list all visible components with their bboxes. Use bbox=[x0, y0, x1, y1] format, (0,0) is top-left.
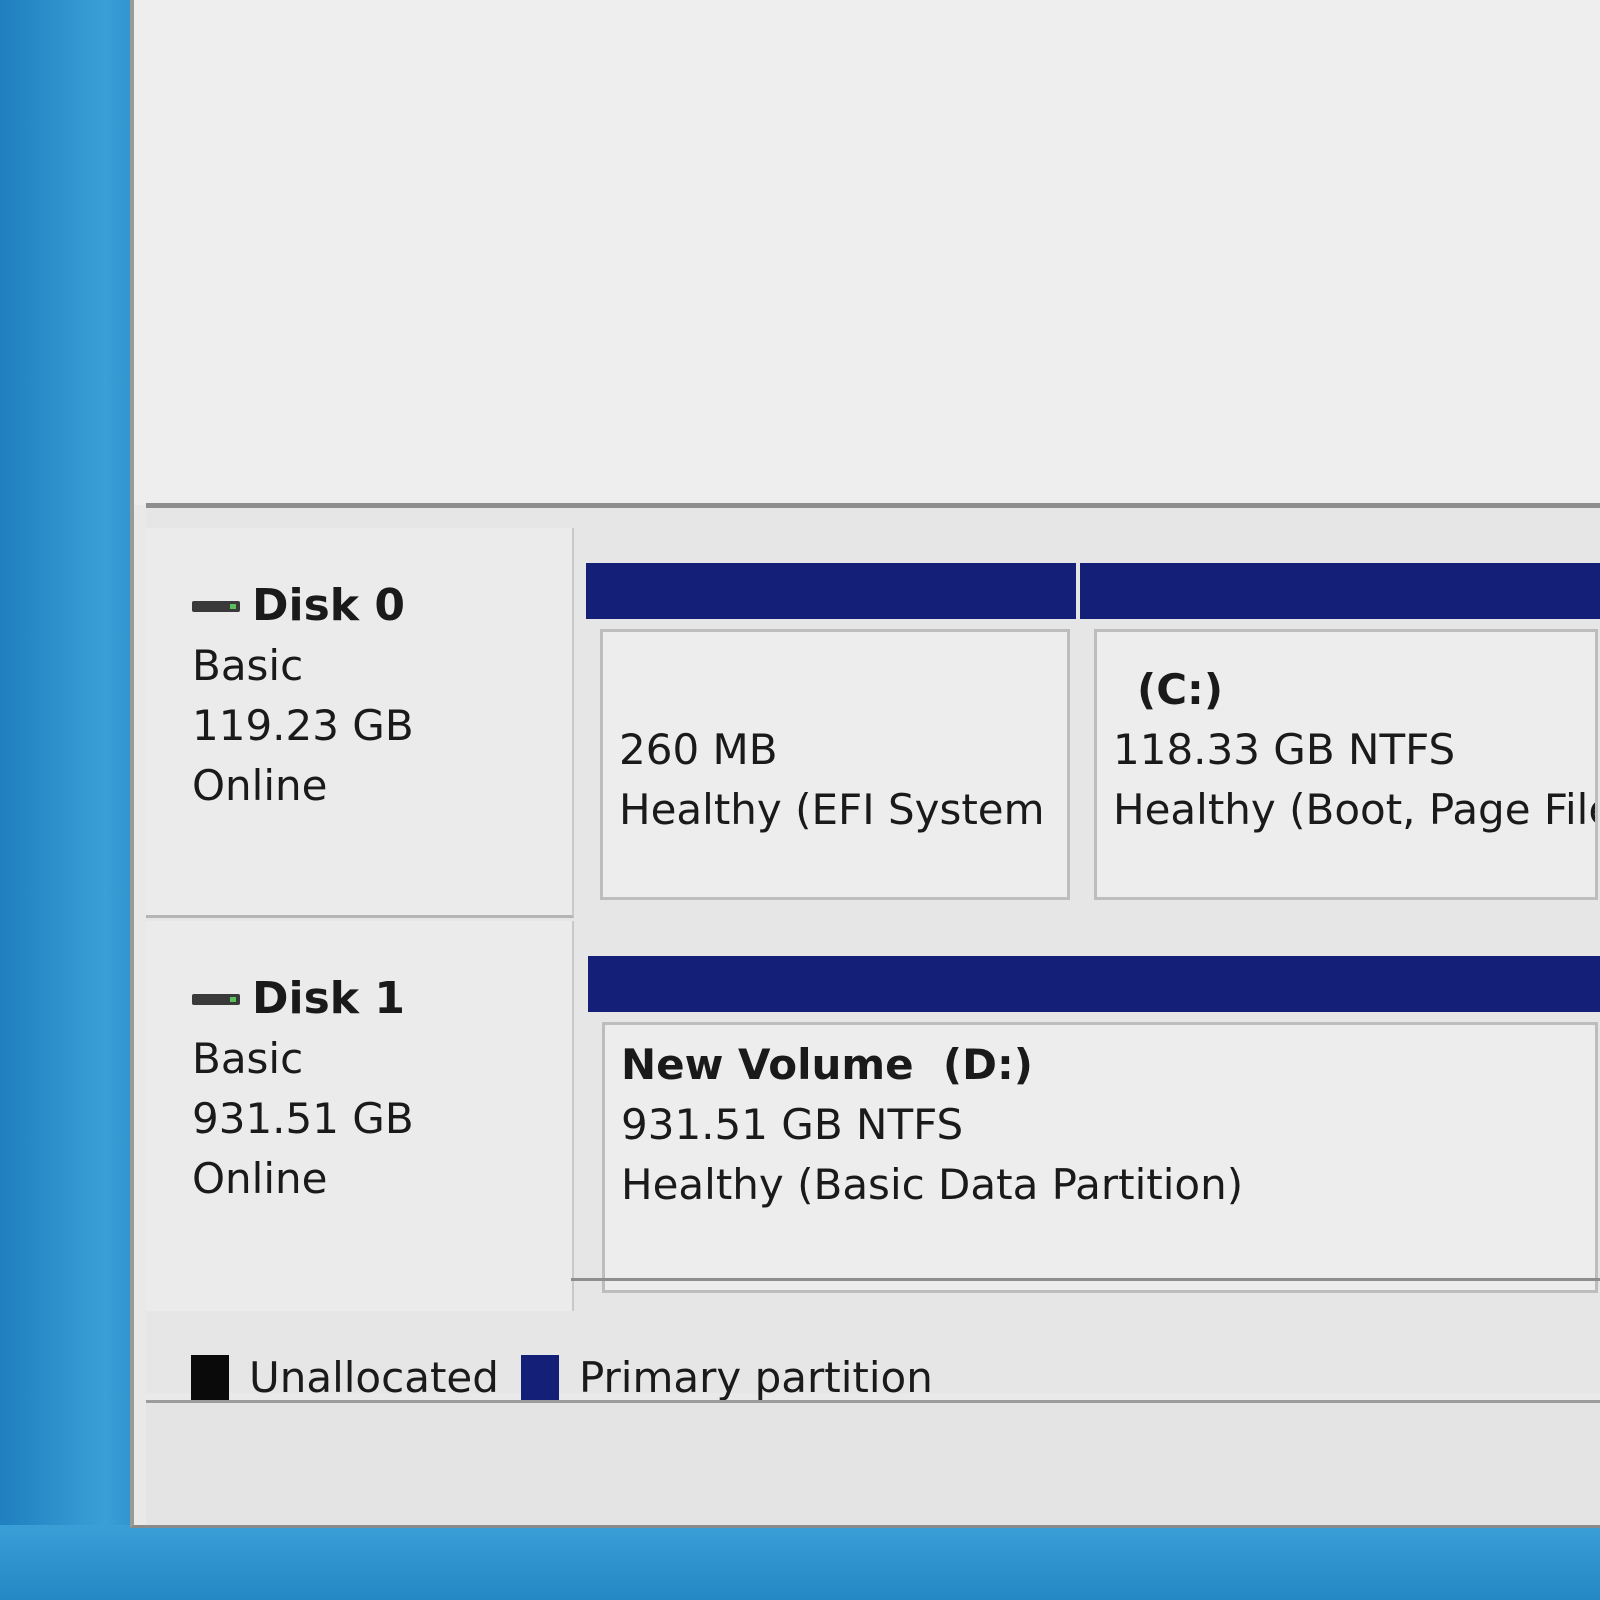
partition-efi[interactable]: 260 MB Healthy (EFI System bbox=[586, 563, 1076, 908]
partition-size: 260 MB bbox=[619, 725, 778, 774]
desktop-background bbox=[0, 0, 150, 1600]
disk-row-0: Disk 0 Basic 119.23 GB Online 260 MB Hea… bbox=[146, 528, 1600, 918]
disk-size: 119.23 GB bbox=[192, 701, 414, 750]
legend-item-unallocated: Unallocated bbox=[191, 1353, 499, 1402]
primary-partition-swatch bbox=[520, 1354, 559, 1401]
primary-partition-bar bbox=[1080, 563, 1600, 619]
legend-divider bbox=[571, 1278, 1600, 1281]
partition-status: Healthy (Boot, Page File bbox=[1113, 785, 1598, 834]
disk-label-0[interactable]: Disk 0 Basic 119.23 GB Online bbox=[146, 528, 574, 918]
partition-title: New Volume (D:) bbox=[621, 1040, 1033, 1089]
desktop-background-bottom bbox=[0, 1525, 1600, 1600]
disk-status: Online bbox=[192, 761, 328, 810]
partition-status: Healthy (Basic Data Partition) bbox=[621, 1160, 1244, 1209]
disk-name: Disk 0 bbox=[192, 576, 572, 636]
primary-partition-bar bbox=[586, 563, 1076, 619]
partition-body[interactable]: New Volume (D:) 931.51 GB NTFS Healthy (… bbox=[602, 1022, 1598, 1293]
disk-size: 931.51 GB bbox=[192, 1094, 414, 1143]
partition-body[interactable]: 260 MB Healthy (EFI System bbox=[600, 629, 1070, 900]
disk-type: Basic bbox=[192, 1034, 304, 1083]
disk-label-1[interactable]: Disk 1 Basic 931.51 GB Online bbox=[146, 921, 574, 1311]
volume-list-pane[interactable] bbox=[134, 0, 1600, 505]
disk-name: Disk 1 bbox=[192, 969, 572, 1029]
partition-d[interactable]: New Volume (D:) 931.51 GB NTFS Healthy (… bbox=[588, 956, 1600, 1301]
partition-body[interactable]: (C:) 118.33 GB NTFS Healthy (Boot, Page … bbox=[1094, 629, 1598, 900]
legend-label: Unallocated bbox=[249, 1353, 499, 1402]
partition-title: (C:) bbox=[1137, 665, 1224, 714]
disk-management-window: Disk 0 Basic 119.23 GB Online 260 MB Hea… bbox=[130, 0, 1600, 1528]
disk-status: Online bbox=[192, 1154, 328, 1203]
unallocated-swatch bbox=[191, 1354, 229, 1401]
partition-size: 118.33 GB NTFS bbox=[1113, 725, 1456, 774]
disk-drive-icon bbox=[192, 600, 240, 612]
disk-drive-icon bbox=[192, 993, 240, 1005]
disk-row-1: Disk 1 Basic 931.51 GB Online New Volume… bbox=[146, 921, 1600, 1311]
status-bar bbox=[146, 1400, 1600, 1525]
legend-item-primary: Primary partition bbox=[520, 1353, 933, 1402]
legend: Unallocated Primary partition bbox=[191, 1353, 955, 1402]
partition-size: 931.51 GB NTFS bbox=[621, 1100, 964, 1149]
partition-status: Healthy (EFI System bbox=[619, 785, 1045, 834]
disk-type: Basic bbox=[192, 641, 304, 690]
primary-partition-bar bbox=[588, 956, 1600, 1012]
legend-label: Primary partition bbox=[578, 1353, 933, 1402]
partition-title bbox=[619, 660, 1067, 720]
partition-c[interactable]: (C:) 118.33 GB NTFS Healthy (Boot, Page … bbox=[1080, 563, 1600, 908]
graphical-disk-pane: Disk 0 Basic 119.23 GB Online 260 MB Hea… bbox=[146, 508, 1600, 1402]
